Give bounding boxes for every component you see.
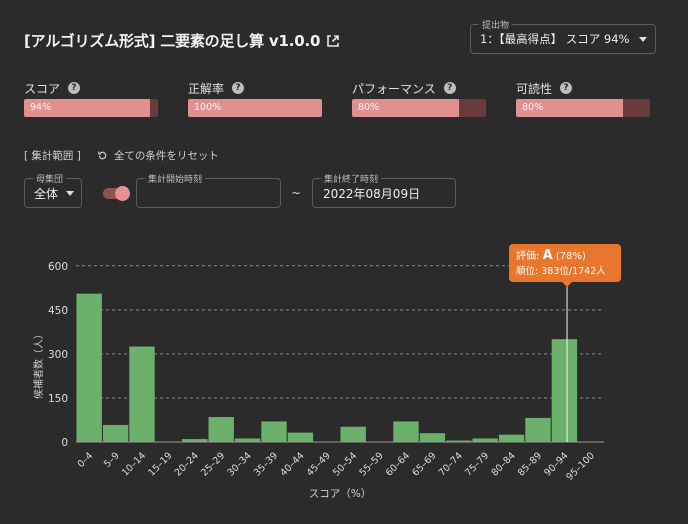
chevron-down-icon (639, 36, 647, 42)
submission-value: 1：【最高得点】 スコア 94% (480, 32, 630, 46)
x-tick-label: 20–24 (173, 450, 201, 478)
metric-value: 80% (522, 102, 544, 113)
start-date-field[interactable]: 集計開始時刻 (136, 172, 281, 208)
metric-bar: 94% (24, 99, 158, 117)
x-tick-label: 35–39 (252, 450, 280, 478)
start-date-legend: 集計開始時刻 (145, 172, 206, 185)
title-row: [アルゴリズム形式] 二要素の足し算 v1.0.0 (24, 30, 340, 51)
histogram-chart: 0 150 300 450 600 0–4 5–910–1415–1920–2425–29… (32, 244, 622, 500)
submission-select[interactable]: 提出物 1：【最高得点】 スコア 94% (470, 18, 656, 54)
metric-label: 可読性 (516, 81, 553, 96)
population-legend: 母集団 (33, 172, 67, 185)
y-tick-label: 600 (48, 261, 68, 273)
y-tick-label: 0 (61, 437, 68, 449)
histogram-bar[interactable] (393, 421, 419, 442)
y-tick-label: 150 (48, 393, 68, 405)
x-tick-label: 95–100 (564, 450, 597, 483)
external-link-icon[interactable] (326, 34, 340, 48)
help-icon[interactable]: ? (560, 82, 573, 94)
x-tick-label: 50–54 (331, 450, 359, 478)
tooltip-pointer (562, 282, 573, 287)
y-tick-label: 300 (48, 349, 68, 361)
reset-button[interactable]: 全ての条件をリセット (97, 148, 219, 163)
metric-label: パフォーマンス (352, 81, 436, 96)
x-tick-label: 30–34 (225, 450, 253, 478)
tooltip-rank: 順位: 383位/1742人 (516, 265, 606, 277)
metric-value: 100% (194, 102, 222, 113)
end-date-legend: 集計終了時刻 (321, 172, 382, 185)
range-separator: ~ (291, 186, 302, 200)
x-tick-label: 65–69 (410, 450, 438, 478)
x-tick-label: 75–79 (463, 450, 491, 478)
submission-legend: 提出物 (479, 18, 513, 31)
population-value: 全体 (34, 186, 59, 201)
page-title: [アルゴリズム形式] 二要素の足し算 v1.0.0 (24, 32, 321, 50)
x-tick-label: 5–9 (102, 450, 122, 470)
histogram-bar[interactable] (261, 421, 287, 442)
x-tick-label: 40–44 (278, 450, 306, 478)
help-icon[interactable]: ? (232, 82, 245, 94)
metric-value: 94% (30, 102, 52, 113)
reset-icon (98, 151, 107, 160)
metric-accuracy: 正解率? 100% (188, 80, 322, 117)
y-tick-label: 450 (48, 305, 68, 317)
y-axis-label: 候補者数（人） (32, 329, 45, 399)
histogram-bar[interactable] (525, 417, 551, 442)
reset-label: 全ての条件をリセット (113, 150, 219, 162)
x-tick-label: 15–19 (146, 450, 174, 478)
x-tick-label: 85–89 (516, 450, 544, 478)
histogram-bar[interactable] (340, 426, 366, 442)
histogram-bar[interactable] (472, 438, 498, 442)
histogram-bar[interactable] (446, 440, 472, 442)
x-axis-label: スコア（%） (309, 488, 371, 500)
range-toggle[interactable] (103, 186, 131, 201)
metric-score: スコア? 94% (24, 80, 158, 117)
metric-label: 正解率 (188, 81, 225, 96)
metric-bar: 100% (188, 99, 322, 117)
range-label: [ 集計範囲 ] (24, 150, 81, 162)
metric-value: 80% (358, 102, 380, 113)
histogram-bar[interactable] (419, 433, 446, 442)
histogram-bar[interactable] (208, 417, 234, 442)
metric-bar: 80% (516, 99, 650, 117)
metric-label: スコア (24, 81, 61, 96)
x-tick-label: 80–84 (489, 450, 517, 478)
histogram-bar[interactable] (498, 434, 525, 442)
x-tick-label: 70–74 (437, 450, 465, 478)
histogram-bar[interactable] (76, 293, 102, 442)
histogram-bar[interactable] (234, 438, 261, 442)
histogram-bar[interactable] (102, 424, 129, 442)
histogram-bar[interactable] (129, 346, 155, 442)
metric-performance: パフォーマンス? 80% (352, 80, 486, 117)
range-row: [ 集計範囲 ] 全ての条件をリセット (24, 148, 219, 163)
x-tick-label: 25–29 (199, 450, 227, 478)
x-tick-label: 0–4 (76, 450, 96, 470)
histogram-bar[interactable] (182, 439, 208, 442)
histogram-bar[interactable] (551, 339, 578, 442)
population-select[interactable]: 母集団 全体 (24, 172, 82, 208)
end-date-value: 2022年08月09日 (323, 186, 421, 201)
x-tick-label: 55–59 (357, 450, 385, 478)
x-tick-label: 10–14 (120, 450, 148, 478)
x-tick-label: 60–64 (384, 450, 412, 478)
help-icon[interactable]: ? (68, 82, 81, 94)
help-icon[interactable]: ? (443, 82, 456, 94)
x-tick-label: 45–49 (305, 450, 333, 478)
tooltip-grade: 評価: A (78%) (516, 248, 586, 263)
metric-bar: 80% (352, 99, 486, 117)
histogram-bar[interactable] (287, 432, 314, 442)
end-date-field[interactable]: 集計終了時刻 2022年08月09日 (312, 172, 456, 208)
chevron-down-icon (66, 190, 75, 196)
toggle-knob (115, 186, 130, 201)
metric-readability: 可読性? 80% (516, 80, 650, 117)
